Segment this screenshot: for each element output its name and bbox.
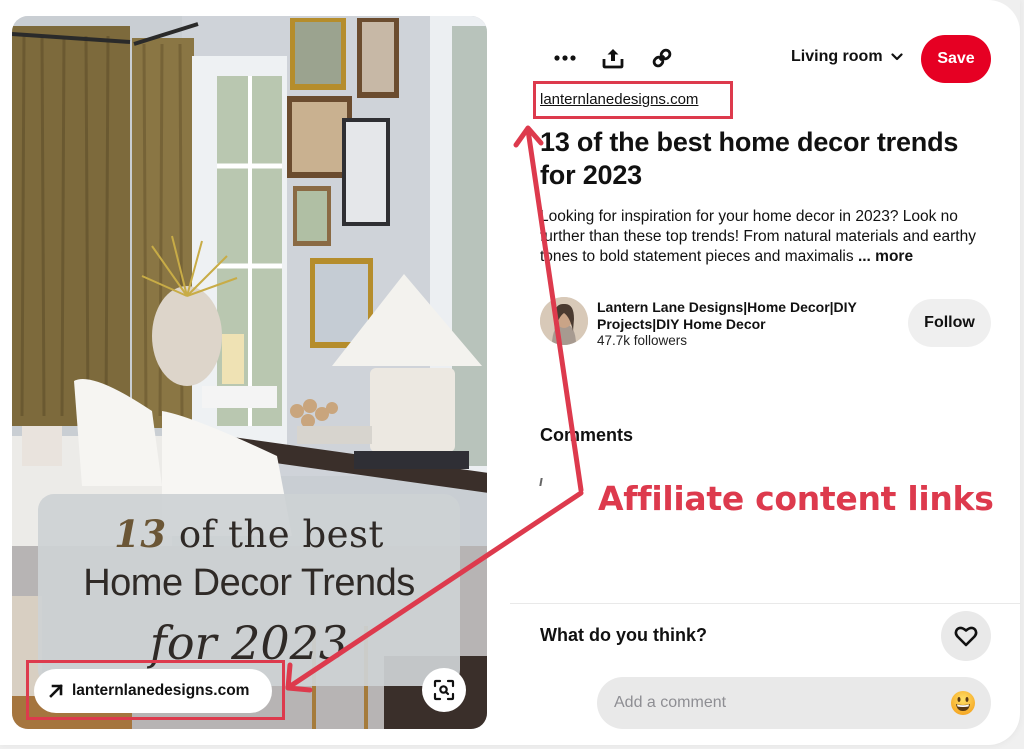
- share-upload-icon: [602, 49, 624, 69]
- pin-title: 13 of the best home decor trends for 202…: [540, 127, 959, 190]
- share-button[interactable]: [601, 46, 625, 70]
- pin-image-title-overlay: 13 of the best Home Decor Trends for 202…: [38, 494, 460, 686]
- board-name: Living room: [791, 48, 883, 65]
- pin-closeup-card: 13 of the best Home Decor Trends for 202…: [0, 0, 1020, 745]
- more-link[interactable]: ... more: [858, 248, 913, 265]
- overlay-line-1-text: of the best: [166, 513, 384, 556]
- creator-avatar[interactable]: [540, 297, 588, 345]
- comments-heading: Comments: [540, 425, 634, 445]
- creator-name[interactable]: Lantern Lane Designs|Home Decor|DIY Proj…: [597, 299, 897, 333]
- pin-image[interactable]: 13 of the best Home Decor Trends for 202…: [12, 16, 487, 729]
- react-button[interactable]: [941, 611, 991, 661]
- copy-link-button[interactable]: [650, 46, 674, 70]
- divider: [510, 603, 1020, 604]
- heart-outline-icon: [954, 626, 978, 647]
- copy-link-icon: [652, 48, 672, 68]
- visual-search-button[interactable]: [422, 668, 466, 712]
- visual-search-icon: [433, 679, 455, 701]
- comments-placeholder-mark: [539, 478, 543, 486]
- creator-followers: 47.7k followers: [597, 333, 688, 348]
- avatar-photo: [540, 297, 588, 345]
- more-options-button[interactable]: [553, 46, 577, 70]
- emoji-button[interactable]: [950, 690, 976, 716]
- comment-prompt: What do you think?: [540, 625, 707, 645]
- annotation-box-source-link: [533, 81, 733, 119]
- overlay-line-2: Home Decor Trends: [83, 562, 415, 604]
- annotation-label: Affiliate content links: [598, 479, 994, 518]
- chevron-down-icon: [890, 53, 903, 61]
- smiley-emoji-icon: [951, 691, 975, 715]
- pin-description: Looking for inspiration for your home de…: [540, 207, 1000, 267]
- follow-button[interactable]: Follow: [908, 299, 991, 347]
- overlay-line-1: 13 of the best: [38, 512, 460, 556]
- comment-input[interactable]: [614, 677, 934, 729]
- board-selector[interactable]: Living room: [791, 48, 903, 66]
- overlay-number: 13: [114, 512, 167, 556]
- save-button[interactable]: Save: [921, 35, 991, 83]
- more-horizontal-icon: [554, 55, 576, 61]
- card-corner: [980, 0, 1020, 40]
- annotation-box-image-link: [26, 660, 285, 720]
- comment-input-container: [597, 677, 991, 729]
